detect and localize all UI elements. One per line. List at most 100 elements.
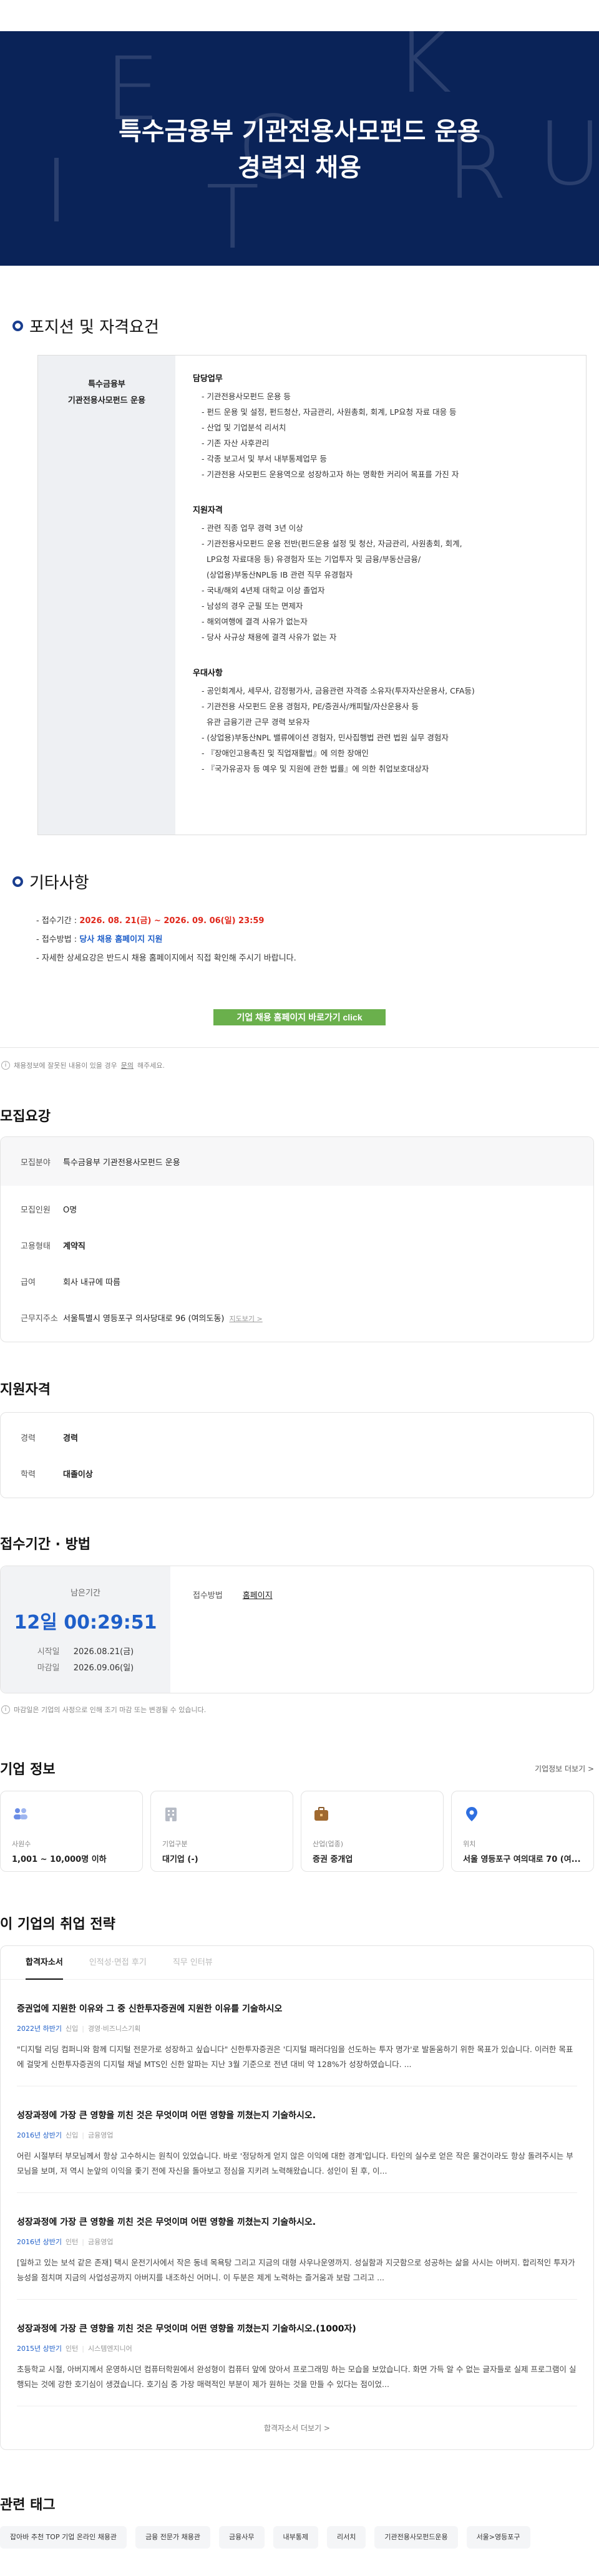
info-card-employees: 사원수 1,001 ~ 10,000명 이하	[0, 1791, 143, 1872]
company-info-cards: 사원수 1,001 ~ 10,000명 이하 기업구분 대기업 (-) 산업(업…	[0, 1791, 599, 1872]
essay-type: 인턴	[65, 2238, 79, 2246]
list-item: - 『국가유공자 등 예우 및 지원에 관한 법률』에 의한 취업보호대상자	[202, 764, 429, 773]
company-homepage-button[interactable]: 기업 채용 홈페이지 바로가기 click	[213, 1009, 386, 1025]
inquiry-link[interactable]: 문의	[121, 1060, 134, 1070]
error-report-notice: i 채용정보에 잘못된 내용이 있을 경우 문의 해주세요.	[1, 1060, 599, 1070]
list-item: - 접수기간 : 2026. 08. 21(금) ~ 2026. 09. 06(…	[36, 912, 587, 931]
list-item: - 기존 자산 사후관리	[202, 438, 270, 448]
qualification-card: 경력 경력 학력 대졸이상	[0, 1412, 594, 1498]
essay-category: 시스템엔지니어	[87, 2345, 132, 2353]
tag-chip[interactable]: 서울>영등포구	[466, 2526, 530, 2549]
list-item: (상업용)부동산NPL등 IB 관련 직무 유경험자	[202, 570, 353, 579]
section-title: 포지션 및 자격요건	[29, 318, 159, 337]
essay-year: 2022년 하반기	[17, 2025, 62, 2033]
remaining-period: 남은기간 12일 00:29:51 시작일 마감일 2026.08.21(금) …	[1, 1566, 170, 1693]
people-icon	[12, 1805, 29, 1823]
essay-item[interactable]: 성장과정에 가장 큰 영향을 끼친 것은 무엇이며 어떤 영향을 끼쳤는지 기술…	[17, 2300, 577, 2406]
method-value: 당사 채용 홈페이지 지원	[79, 935, 163, 944]
essay-item[interactable]: 증권업에 지원한 이유와 그 중 신한투자증권에 지원한 이유를 기술하시오 20…	[17, 1980, 577, 2086]
row-label: 고용형태	[21, 1241, 51, 1251]
tab-job-interview[interactable]: 직무 인터뷰	[173, 1946, 213, 1980]
tags-title: 관련 태그	[0, 2497, 56, 2513]
list-item: - 기관전용 사모펀드 운용역으로 성장하고자 하는 명확한 커리어 목표를 가…	[202, 470, 459, 479]
position-details: 담당업무 - 기관전용사모펀드 운용 등 - 펀드 운용 및 설정, 펀드청산, 자…	[175, 356, 586, 835]
list-item: - 해외여행에 결격 사유가 없는자	[202, 617, 308, 626]
tag-chip[interactable]: 금융 전문가 채용관	[135, 2526, 211, 2549]
essay-year: 2016년 상반기	[17, 2238, 62, 2246]
date-range: 시작일 마감일 2026.08.21(금) 2026.09.06(일)	[1, 1644, 170, 1677]
essay-title[interactable]: 성장과정에 가장 큰 영향을 끼친 것은 무엇이며 어떤 영향을 끼쳤는지 기술…	[17, 2215, 577, 2228]
list-item: - 관련 직종 업무 경력 3년 이상	[202, 523, 303, 533]
list-item: - 공인회계사, 세무사, 감정평가사, 금융관련 자격증 소유자(투자자산운용…	[202, 686, 475, 695]
essay-meta: 2016년 상반기 인턴 | 금융영업	[17, 2238, 114, 2246]
essay-title[interactable]: 증권업에 지원한 이유와 그 중 신한투자증권에 지원한 이유를 기술하시오	[17, 2002, 577, 2015]
tag-chip[interactable]: 잡아바 추천 TOP 기업 온라인 채용관	[0, 2526, 127, 2549]
position-name-cell: 특수금융부 기관전용사모펀드 운용	[38, 356, 175, 835]
tab-interview[interactable]: 인적성·면접 후기	[89, 1946, 147, 1980]
countdown-timer: 12일 00:29:51	[14, 1612, 157, 1634]
essay-title[interactable]: 성장과정에 가장 큰 영향을 끼친 것은 무엇이며 어떤 영향을 끼쳤는지 기술…	[17, 2109, 577, 2121]
notice-text-after: 해주세요.	[137, 1062, 165, 1070]
tag-chip[interactable]: 리서치	[326, 2526, 366, 2549]
position-heading: 포지션 및 자격요건	[12, 314, 587, 337]
recruit-card: 모집분야 특수금융부 기관전용사모펀드 운용 모집인원 O명 고용형태 계약직 …	[0, 1136, 594, 1342]
tag-list: 잡아바 추천 TOP 기업 온라인 채용관 금융 전문가 채용관 금융사무 내부통제 리…	[0, 2526, 599, 2549]
start-label: 시작일	[37, 1647, 60, 1657]
essay-year: 2015년 상반기	[17, 2345, 62, 2353]
strategy-card: 합격자소서 인적성·면접 후기 직무 인터뷰 증권업에 지원한 이유와 그 중 …	[0, 1945, 594, 2450]
tab-essays[interactable]: 합격자소서	[26, 1946, 63, 1980]
recruit-row-field: 모집분야 특수금융부 기관전용사모펀드 운용	[1, 1137, 593, 1186]
notice-text: 마감일은 기업의 사정으로 인해 조기 마감 또는 변경될 수 있습니다.	[14, 1706, 207, 1714]
essay-meta: 2022년 하반기 신입 | 경영·비즈니스기획	[17, 2025, 141, 2033]
hero-title-line1: 특수금융부 기관전용사모펀드 운용	[119, 117, 480, 146]
position-section: 포지션 및 자격요건 특수금융부 기관전용사모펀드 운용 담당업무 - 기관전용사…	[12, 314, 587, 1025]
card-value: 서울 영등포구 여의대로 70 (여...	[463, 1855, 581, 1864]
deadline-title: 접수기간 · 방법	[0, 1537, 91, 1552]
info-icon: i	[1, 1705, 10, 1714]
list-item: - 기관전용 사모펀드 운용 경험자, PE/증권사/캐피탈/자산운용사 등	[202, 702, 419, 711]
card-value: 증권 중개업	[313, 1855, 353, 1864]
recruit-title: 모집요강	[0, 1109, 51, 1125]
row-value: O명	[63, 1205, 77, 1215]
homepage-link[interactable]: 홈페이지	[243, 1591, 273, 1600]
essay-item[interactable]: 성장과정에 가장 큰 영향을 끼친 것은 무엇이며 어떤 영향을 끼쳤는지 기술…	[17, 2193, 577, 2300]
row-label: 경력	[21, 1433, 36, 1443]
hero-deco-letter: T	[206, 167, 260, 266]
list-item: - 접수방법 : 당사 채용 홈페이지 지원	[36, 931, 587, 949]
essays-more-link[interactable]: 합격자소서 더보기 >	[17, 2406, 577, 2449]
circle-bullet-icon	[12, 321, 23, 331]
row-value: 서울특별시 영등포구 의사당대로 96 (여의도동)	[63, 1314, 225, 1324]
essay-body: "디지털 리딩 컴퍼니와 함께 디지털 전문가로 성장하고 싶습니다" 신한투자…	[17, 2045, 573, 2069]
map-link[interactable]: 지도보기 >	[230, 1315, 263, 1323]
briefcase-icon	[313, 1805, 330, 1823]
position-group: 우대사항 - 공인회계사, 세무사, 감정평가사, 금융관련 자격증 소유자(투자…	[193, 666, 586, 777]
row-value: 경력	[63, 1433, 78, 1443]
position-dept: 특수금융부	[88, 380, 125, 389]
section-title: 기타사항	[29, 874, 89, 893]
hero-deco-letter: K	[394, 31, 452, 113]
position-group: 담당업무 - 기관전용사모펀드 운용 등 - 펀드 운용 및 설정, 펀드청산, 자…	[193, 372, 586, 482]
row-value: 특수금융부 기관전용사모펀드 운용	[63, 1158, 180, 1168]
apply-method: 접수방법 홈페이지	[170, 1566, 593, 1693]
period-value: 2026. 08. 21(금) ~ 2026. 09. 06(일) 23:59	[79, 916, 265, 926]
row-label: 모집인원	[21, 1205, 51, 1215]
building-icon	[162, 1805, 180, 1823]
info-card-type: 기업구분 대기업 (-)	[150, 1791, 293, 1872]
tag-chip[interactable]: 금융사무	[219, 2526, 265, 2549]
period-label: - 접수기간 :	[36, 916, 80, 926]
row-value: 회사 내규에 따름	[63, 1277, 120, 1287]
card-label: 사원수	[12, 1840, 31, 1848]
essay-category: 금융영업	[87, 2131, 114, 2139]
tag-chip[interactable]: 기관전용사모펀드운용	[374, 2526, 458, 2549]
essay-item[interactable]: 성장과정에 가장 큰 영향을 끼친 것은 무엇이며 어떤 영향을 끼쳤는지 기술…	[17, 2086, 577, 2193]
essay-year: 2016년 상반기	[17, 2131, 62, 2139]
location-pin-icon	[463, 1805, 480, 1823]
panel-divider	[0, 1025, 599, 1048]
company-more-link[interactable]: 기업정보 더보기 >	[535, 1763, 594, 1774]
list-item: - 각종 보고서 및 부서 내부통제업무 등	[202, 454, 327, 463]
essay-type: 신입	[65, 2025, 79, 2033]
list-item: - 『장애인고용촉진 및 직업재활법』에 의한 장애인	[202, 748, 369, 758]
recruit-row-employment: 고용형태 계약직	[1, 1227, 593, 1263]
tag-chip[interactable]: 내부통제	[273, 2526, 318, 2549]
essay-title[interactable]: 성장과정에 가장 큰 영향을 끼친 것은 무엇이며 어떤 영향을 끼쳤는지 기술…	[17, 2322, 577, 2335]
